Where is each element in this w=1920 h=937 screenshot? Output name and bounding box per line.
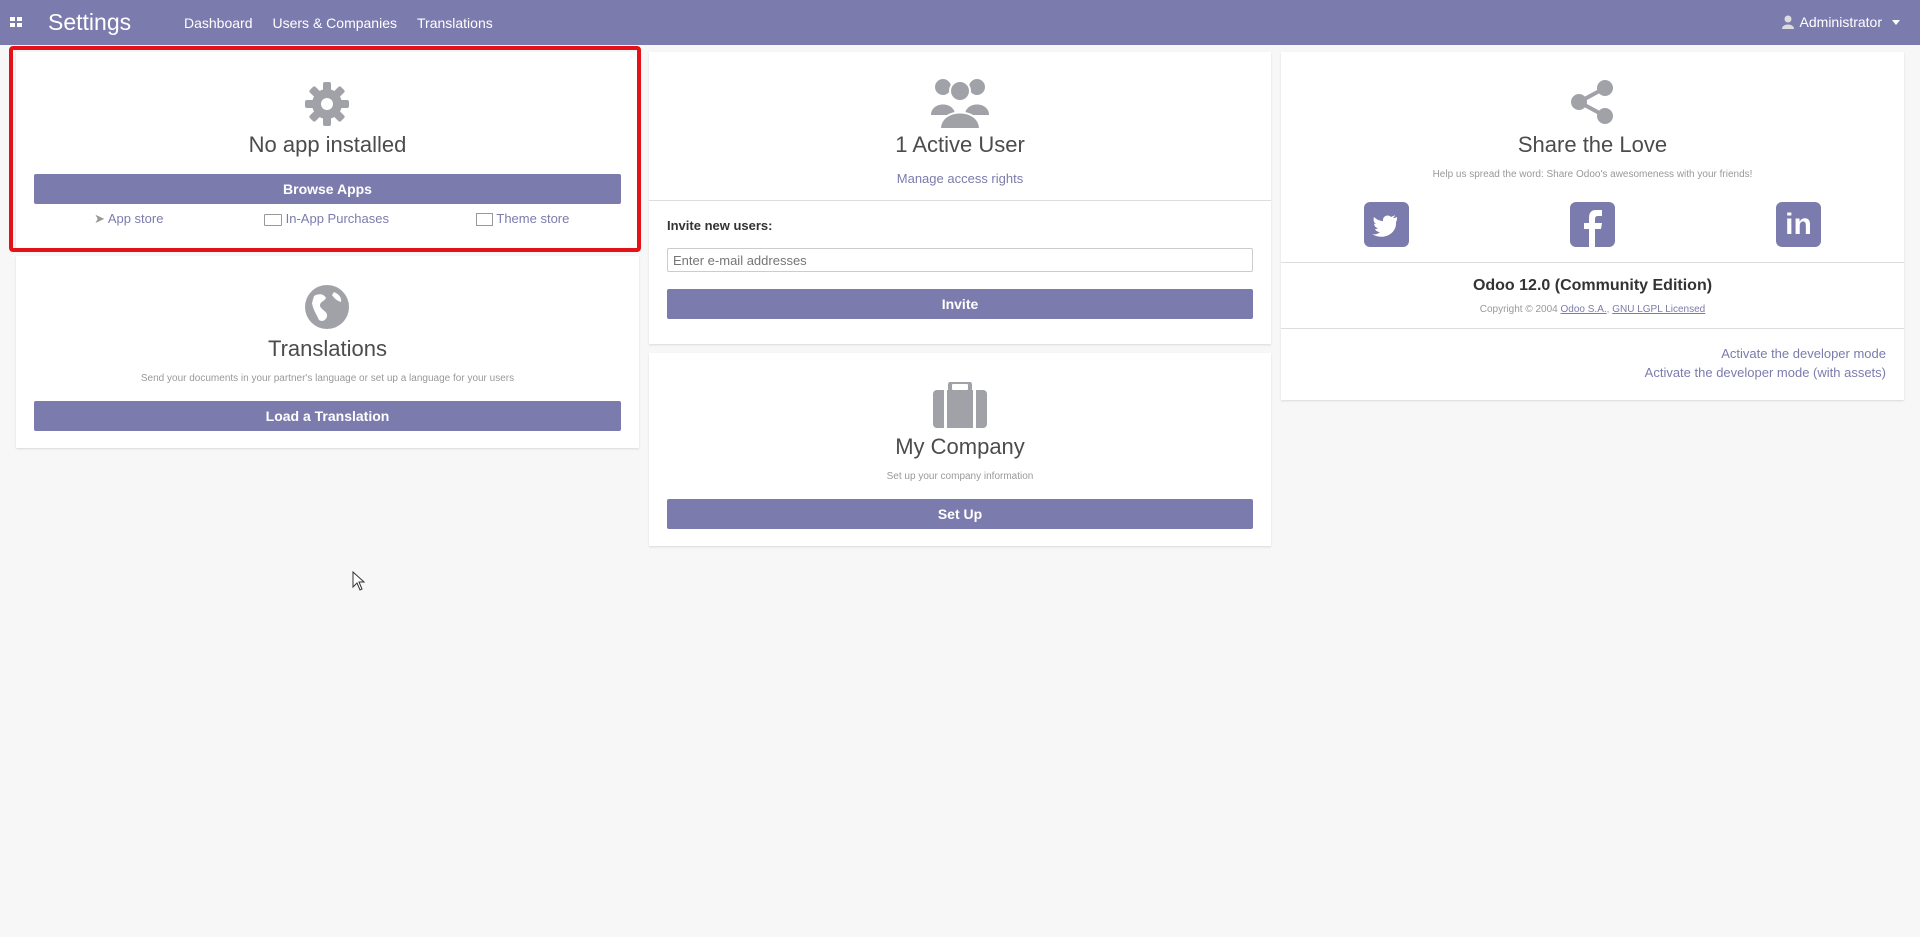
translations-card: Translations Send your documents in your… (16, 256, 639, 448)
user-menu[interactable]: Administrator (1781, 14, 1900, 30)
linkedin-icon[interactable]: in (1776, 202, 1821, 247)
in-app-purchases-label: In-App Purchases (285, 211, 389, 226)
invite-button[interactable]: Invite (667, 289, 1253, 319)
translations-title: Translations (267, 336, 387, 361)
translations-description: Send your documents in your partner's la… (140, 373, 515, 384)
share-icon (1571, 80, 1613, 124)
version-divider (1281, 328, 1904, 329)
theme-store-label: Theme store (496, 211, 570, 226)
menu-item-translations[interactable]: Translations (417, 15, 493, 31)
twitter-icon[interactable] (1364, 202, 1409, 247)
users-icon (931, 79, 989, 129)
app-title: Settings (48, 9, 132, 35)
developer-mode-assets-link[interactable]: Activate the developer mode (with assets… (1645, 365, 1886, 380)
set-up-button[interactable]: Set Up (667, 499, 1253, 529)
share-card: Share the Love Help us spread the word: … (1281, 52, 1904, 400)
company-card: My Company Set up your company informati… (649, 353, 1271, 546)
app-store-label: App store (107, 211, 164, 226)
license-link[interactable]: GNU LGPL Licensed (1612, 304, 1705, 315)
apps-menu-icon[interactable] (10, 17, 22, 27)
invite-email-input[interactable] (667, 248, 1253, 272)
in-app-purchases-link[interactable]: In-App Purchases (264, 211, 389, 226)
apps-title: No app installed (248, 132, 407, 157)
menu-item-users-companies[interactable]: Users & Companies (273, 15, 398, 31)
users-card: 1 Active User Manage access rights Invit… (649, 52, 1271, 344)
copyright-line: Copyright © 2004 Odoo S.A., GNU LGPL Lic… (1479, 304, 1706, 315)
menu-item-dashboard[interactable]: Dashboard (184, 15, 253, 31)
version-title: Odoo 12.0 (Community Edition) (1472, 277, 1713, 294)
company-title: My Company (895, 434, 1025, 459)
users-title: 1 Active User (895, 132, 1025, 157)
rocket-icon: ➤ (94, 211, 105, 226)
users-divider (649, 200, 1271, 201)
gear-icon (305, 82, 349, 126)
mouse-cursor-icon (352, 571, 366, 591)
user-name: Administrator (1799, 14, 1882, 30)
developer-mode-link[interactable]: Activate the developer mode (1721, 346, 1886, 361)
share-divider (1281, 262, 1904, 263)
money-icon (264, 213, 282, 226)
share-title: Share the Love (1517, 132, 1668, 157)
main-menu: Dashboard Users & Companies Translations (184, 15, 493, 31)
browse-apps-button[interactable]: Browse Apps (34, 174, 621, 204)
invite-label: Invite new users: (667, 218, 773, 233)
share-description: Help us spread the word: Share Odoo's aw… (1432, 169, 1753, 180)
apps-card: No app installed Browse Apps ➤ App store… (16, 52, 639, 248)
briefcase-icon (933, 382, 987, 428)
globe-icon (305, 285, 349, 329)
facebook-icon[interactable] (1570, 202, 1615, 247)
image-icon (476, 213, 493, 227)
load-translation-button[interactable]: Load a Translation (34, 401, 621, 431)
user-icon (1781, 15, 1794, 29)
theme-store-link[interactable]: Theme store (476, 211, 570, 227)
odoo-sa-link[interactable]: Odoo S.A. (1561, 304, 1607, 315)
app-store-link[interactable]: ➤ App store (94, 211, 163, 227)
manage-access-rights-link[interactable]: Manage access rights (649, 171, 1271, 186)
chevron-down-icon (1892, 19, 1900, 25)
company-description: Set up your company information (886, 471, 1034, 482)
top-navbar: Settings Dashboard Users & Companies Tra… (0, 0, 1920, 45)
copyright-text: Copyright © 2004 (1479, 304, 1558, 315)
